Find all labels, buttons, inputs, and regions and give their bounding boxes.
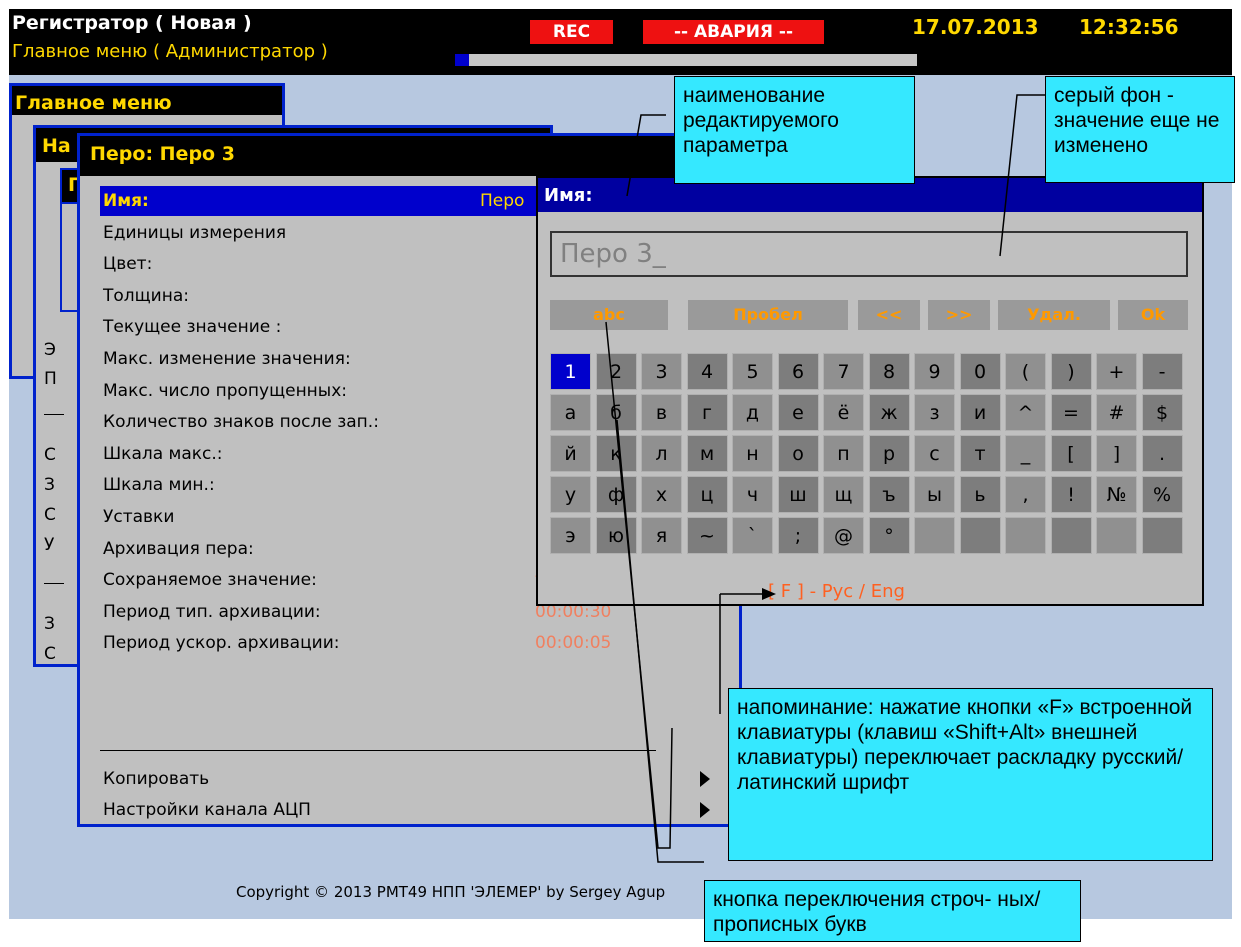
arrowhead bbox=[762, 588, 776, 600]
callout-reminder: напоминание: нажатие кнопки «F» встроенн… bbox=[728, 688, 1213, 861]
callout-case-button: кнопка переключения строч- ных/прописных… bbox=[704, 880, 1081, 942]
leader-line bbox=[626, 114, 666, 197]
callout-gray-bg: серый фон - значение еще не изменено bbox=[1045, 76, 1235, 183]
leader-line bbox=[605, 321, 673, 849]
leader-line bbox=[616, 419, 704, 863]
callout-param-name: наименование редактируемого параметра bbox=[674, 76, 915, 184]
leader-line bbox=[999, 94, 1045, 257]
